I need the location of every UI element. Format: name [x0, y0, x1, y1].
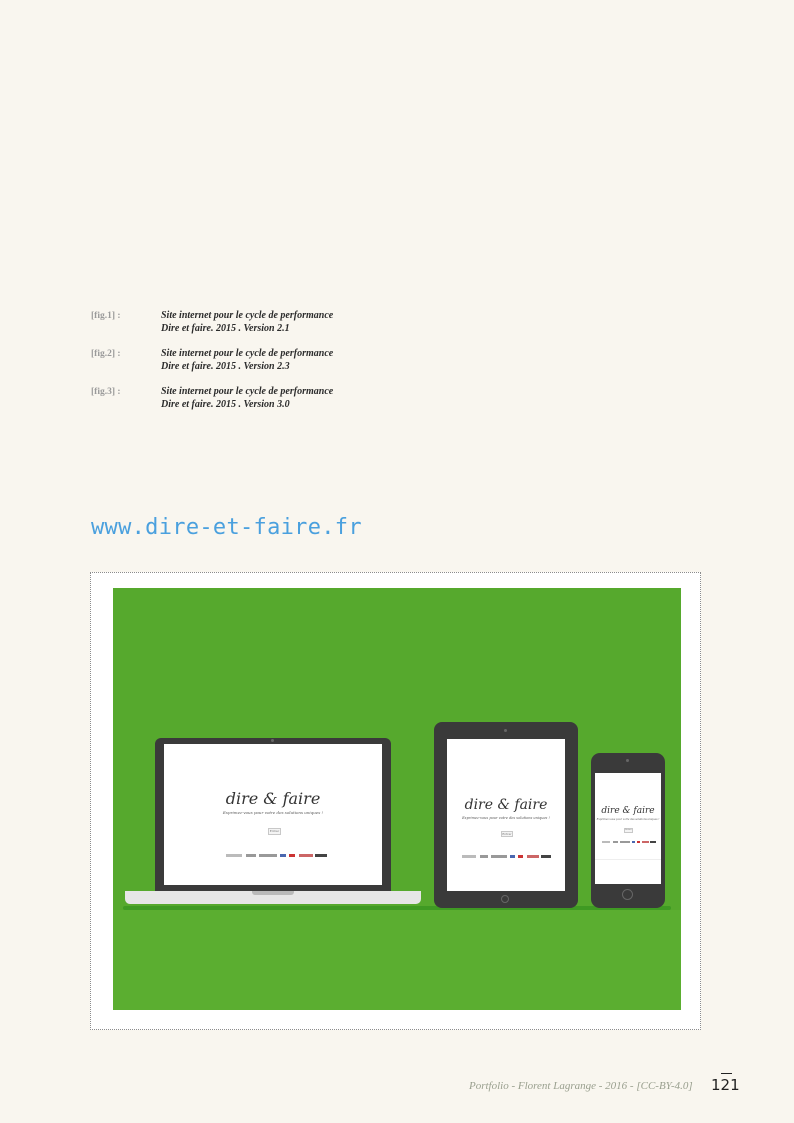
page-number: 121	[711, 1076, 740, 1094]
partner-logos	[462, 855, 552, 859]
site-tagline: Exprimez-vous pour votre des solutions u…	[222, 810, 324, 815]
site-logo: dire & faire	[601, 806, 655, 816]
caption-line-2: Dire et faire. 2015 . Version 2.1	[161, 322, 290, 334]
laptop-camera	[271, 739, 274, 742]
site-enter-button: Entrer	[501, 831, 513, 837]
footer-credit: Portfolio - Florent Lagrange - 2016 - [C…	[469, 1080, 693, 1092]
site-logo: dire & faire	[225, 789, 321, 808]
divider	[595, 859, 661, 860]
tablet-home-button	[501, 895, 509, 903]
site-tagline: Exprimez-vous pour votre des solutions u…	[596, 818, 660, 821]
site-logo: dire & faire	[464, 797, 548, 813]
caption-line-1: Site internet pour le cycle de performan…	[161, 310, 334, 321]
phone-device: dire & faire Exprimez-vous pour votre de…	[591, 753, 665, 908]
partner-logos	[602, 841, 656, 844]
caption-label: [fig.1] :	[91, 311, 121, 321]
site-enter-button: Entrer	[624, 828, 633, 833]
caption-line-2: Dire et faire. 2015 . Version 3.0	[161, 398, 290, 410]
caption-label: [fig.3] :	[91, 387, 121, 397]
device-shadow	[123, 906, 671, 910]
caption-fig-2: [fig.2] : Site internet pour le cycle de…	[91, 348, 411, 386]
caption-line-1: Site internet pour le cycle de performan…	[161, 386, 334, 397]
site-tagline: Exprimez-vous pour votre des solutions u…	[462, 816, 550, 820]
site-enter-button: Entrer	[268, 828, 281, 835]
laptop-base	[125, 891, 421, 904]
caption-line-1: Site internet pour le cycle de performan…	[161, 348, 334, 359]
caption-label: [fig.2] :	[91, 349, 121, 359]
floor	[113, 910, 681, 1010]
laptop-device: dire & faire Exprimez-vous pour votre de…	[155, 738, 391, 891]
partner-logos	[226, 854, 327, 858]
caption-fig-3: [fig.3] : Site internet pour le cycle de…	[91, 386, 411, 424]
phone-camera	[626, 759, 629, 762]
caption-line-2: Dire et faire. 2015 . Version 2.3	[161, 360, 290, 372]
page-number-rule	[721, 1073, 732, 1074]
phone-home-button	[622, 889, 633, 900]
caption-fig-1: [fig.1] : Site internet pour le cycle de…	[91, 310, 411, 348]
phone-screen: dire & faire Exprimez-vous pour votre de…	[595, 773, 661, 884]
device-mockup-illustration: dire & faire Exprimez-vous pour votre de…	[113, 588, 681, 1010]
tablet-screen: dire & faire Exprimez-vous pour votre de…	[447, 739, 565, 891]
website-url-link[interactable]: www.dire-et-faire.fr	[91, 515, 362, 540]
caption-text: Site internet pour le cycle de performan…	[161, 310, 333, 335]
tablet-device: dire & faire Exprimez-vous pour votre de…	[434, 722, 578, 908]
laptop-notch	[252, 891, 294, 895]
caption-text: Site internet pour le cycle de performan…	[161, 386, 333, 411]
tablet-camera	[504, 729, 507, 732]
figure-captions: [fig.1] : Site internet pour le cycle de…	[91, 310, 411, 424]
laptop-screen: dire & faire Exprimez-vous pour votre de…	[164, 744, 382, 885]
caption-text: Site internet pour le cycle de performan…	[161, 348, 333, 373]
